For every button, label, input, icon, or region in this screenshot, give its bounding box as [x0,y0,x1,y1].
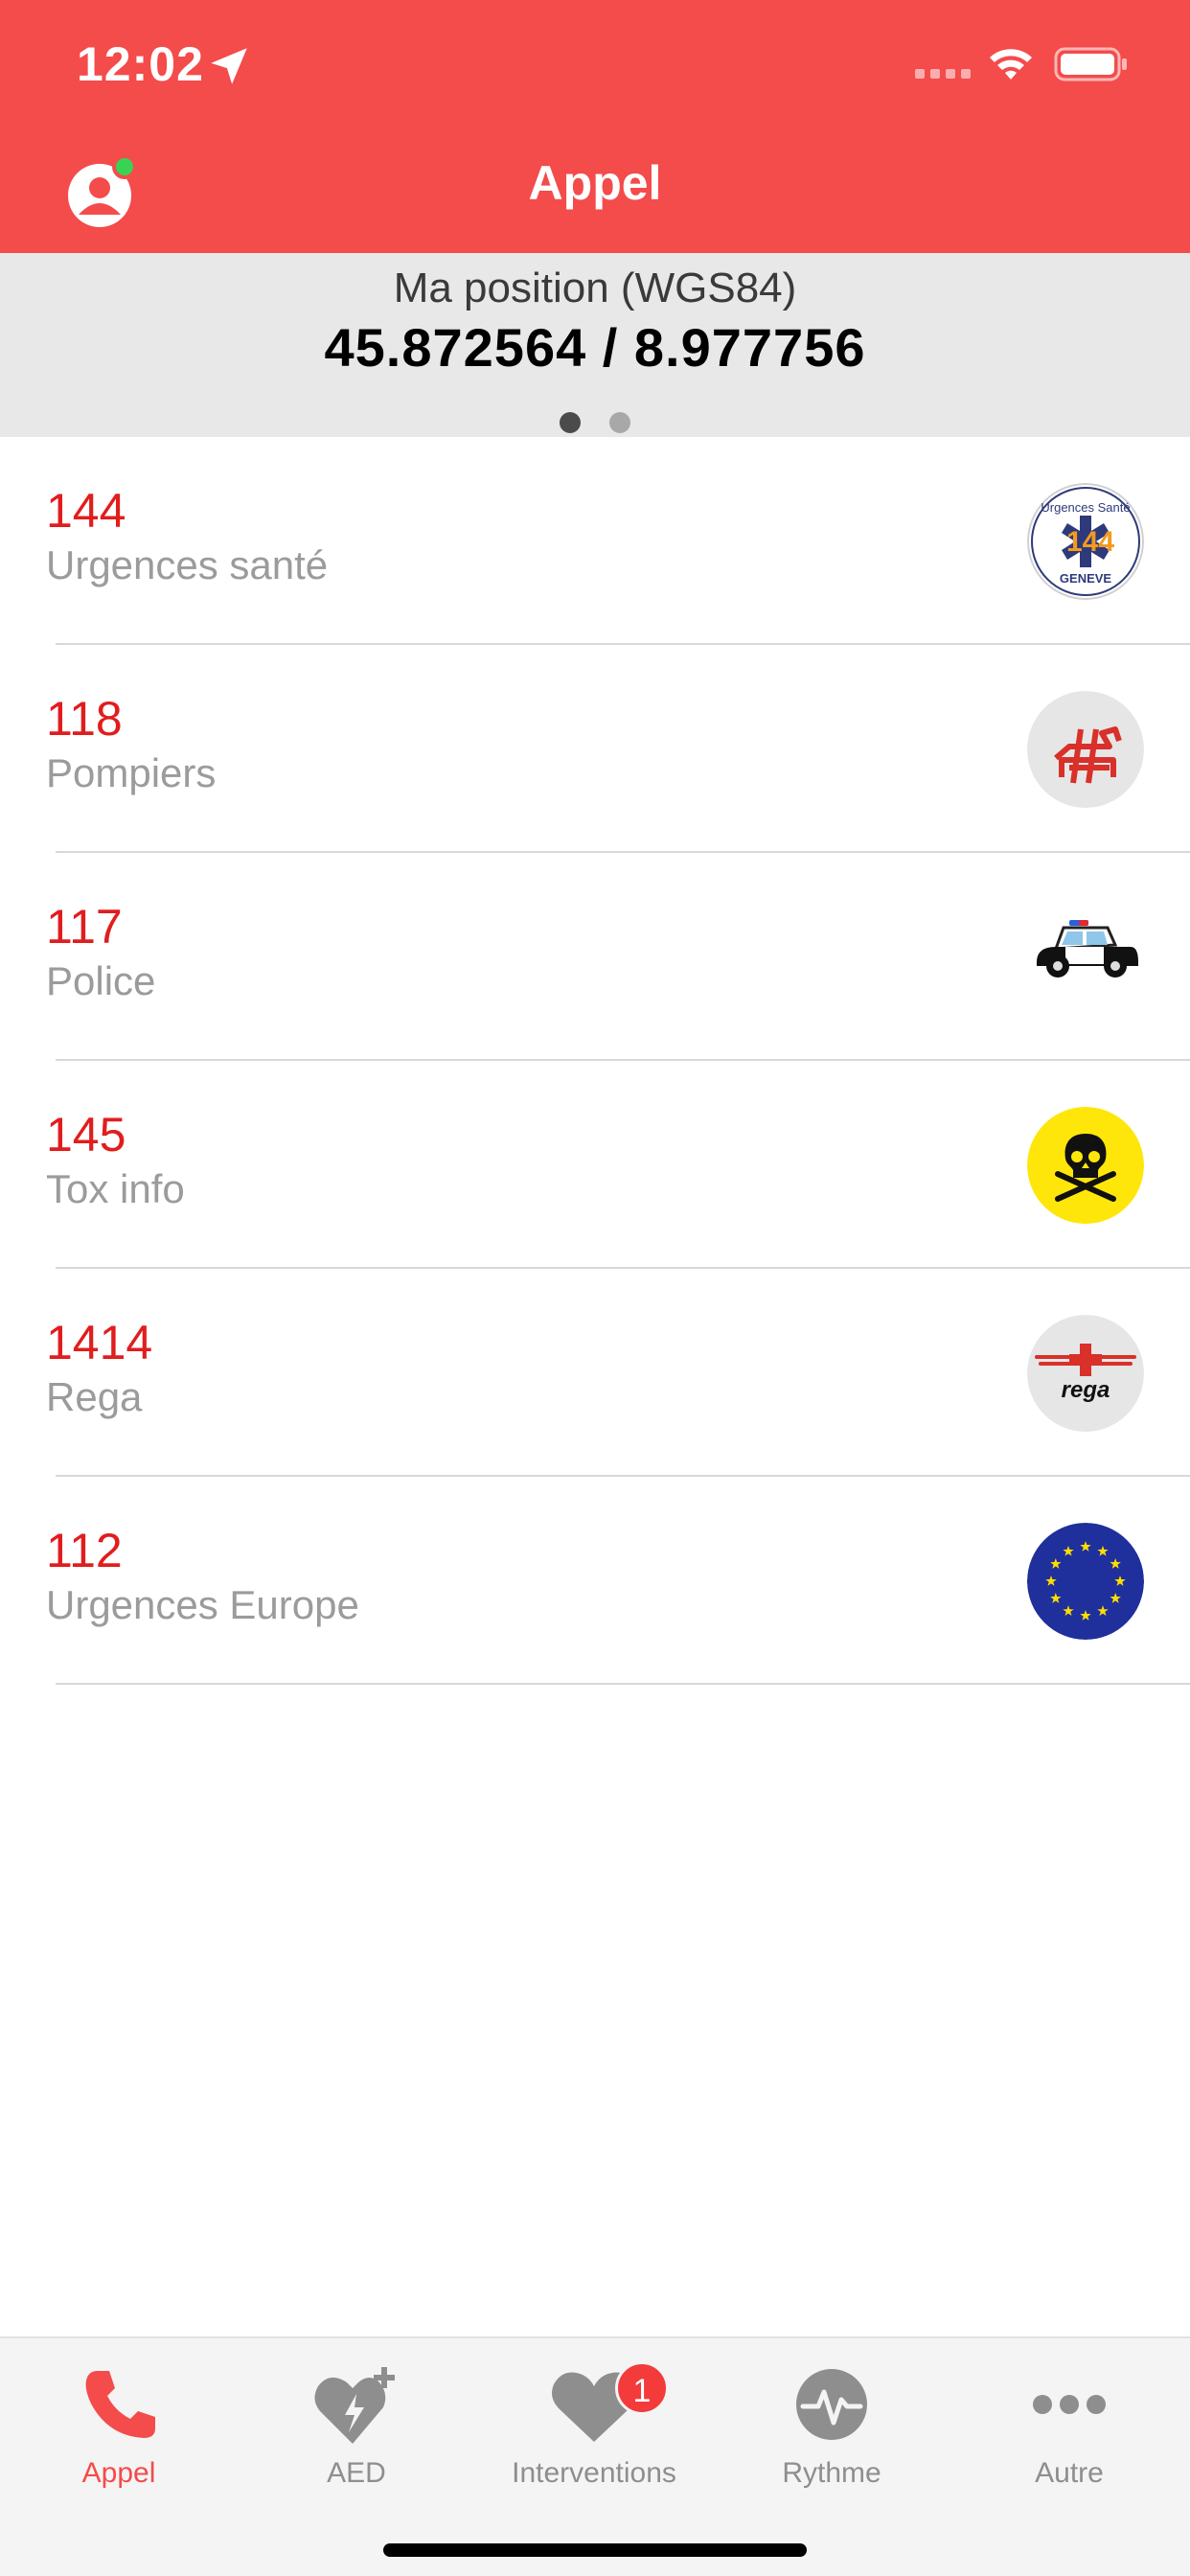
logo-text-top: Urgences Santé [1041,500,1130,515]
wifi-icon [990,49,1032,80]
row-divider [56,1683,1190,1685]
pompiers-logo-icon [1027,691,1144,808]
contact-row-145[interactable]: 145 Tox info [0,1061,1190,1269]
contact-number: 112 [46,1524,123,1577]
tab-label: Appel [81,2457,156,2489]
tab-aed[interactable]: AED [238,2358,475,2501]
more-icon [1033,2395,1106,2414]
rega-logo-text: rega [1062,1377,1110,1403]
contact-number: 145 [46,1108,126,1162]
tab-interventions[interactable]: 1 Interventions [475,2358,713,2501]
contact-number: 117 [46,900,123,954]
interventions-badge: 1 [615,2361,669,2415]
logo-text-mid: 144 [1066,526,1114,558]
status-bar: 12:02 [0,0,1190,126]
phone-icon [85,2371,155,2438]
contact-name: Tox info [46,1166,185,1211]
contact-name: Pompiers [46,750,217,795]
tab-appel[interactable]: Appel [0,2358,238,2501]
skull-crossbones-icon [1027,1107,1144,1224]
contact-name: Urgences Europe [46,1582,359,1627]
position-coordinates: 45.872564 / 8.977756 [324,317,866,378]
tab-bar: Appel AED 1 Interventions Rythme Autre [0,2336,1190,2576]
status-time: 12:02 [77,37,204,91]
battery-icon [1054,47,1127,81]
tab-autre[interactable]: Autre [950,2358,1188,2501]
contact-row-1414[interactable]: 1414 Rega rega [0,1269,1190,1477]
position-banner[interactable]: Ma position (WGS84) 45.872564 / 8.977756 [0,253,1190,437]
contact-row-117[interactable]: 117 Police [0,853,1190,1061]
tab-rythme[interactable]: Rythme [713,2358,950,2501]
home-indicator [383,2543,807,2557]
contact-row-118[interactable]: 118 Pompiers [0,645,1190,853]
tab-label: Interventions [512,2457,676,2489]
contact-number: 1414 [46,1316,153,1369]
contact-name: Urgences santé [46,542,329,587]
aed-heart-icon [314,2367,395,2444]
urgences-sante-geneve-logo-icon: Urgences Santé 144 GENEVE [1027,483,1144,600]
page-indicator[interactable] [0,412,1190,433]
heartbeat-icon [796,2369,867,2440]
emergency-contacts-list: 144 Urgences santé Urgences Santé 144 GE… [0,437,1190,1685]
logo-text-bottom: GENEVE [1060,571,1112,586]
tab-label: Autre [1035,2457,1104,2489]
police-car-icon [1037,920,1138,978]
rega-logo-icon: rega [1027,1315,1144,1432]
contact-row-144[interactable]: 144 Urgences santé Urgences Santé 144 GE… [0,437,1190,645]
page-dot-1[interactable] [560,412,581,433]
tab-label: AED [327,2457,386,2489]
contact-name: Rega [46,1374,143,1419]
contact-number: 118 [46,692,123,746]
eu-flag-icon [1027,1523,1144,1640]
contact-number: 144 [46,484,126,538]
page-dot-2[interactable] [609,412,630,433]
contact-name: Police [46,958,156,1003]
tab-label: Rythme [782,2457,881,2489]
position-label: Ma position (WGS84) [393,264,797,311]
location-arrow-icon [211,48,247,84]
app-header: 12:02 Appel [0,0,1190,253]
cellular-signal-icon [915,69,971,79]
contact-row-112[interactable]: 112 Urgences Europe [0,1477,1190,1685]
page-title: Appel [528,156,662,210]
